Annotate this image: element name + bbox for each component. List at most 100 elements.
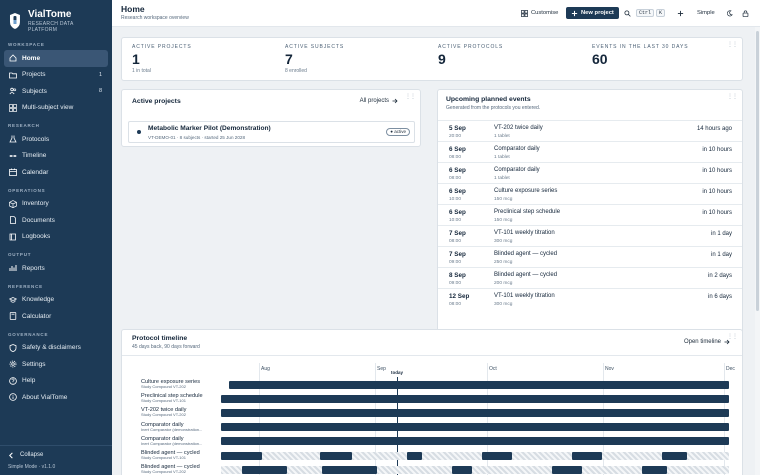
event-dose: 150 mcg (494, 197, 513, 202)
event-row[interactable]: 7 Sep 09:00 Blinded agent — cycled 250 m… (438, 246, 742, 267)
sidebar-item-protocols[interactable]: Protocols (4, 131, 108, 148)
drag-handle-icon[interactable]: ⋮⋮ (727, 42, 738, 48)
timeline-bar-off[interactable] (262, 451, 320, 460)
timeline-bar-off[interactable] (472, 465, 552, 474)
sidebar-item-logbooks[interactable]: Logbooks (4, 229, 108, 246)
timeline-bar[interactable] (229, 380, 729, 389)
new-project-button[interactable]: New project (566, 7, 619, 19)
lock-button[interactable] (742, 7, 752, 19)
add-button[interactable] (677, 7, 687, 19)
collapse-button[interactable]: Collapse (0, 446, 112, 464)
event-row[interactable]: 7 Sep 08:00 VT-101 weekly titration 300 … (438, 225, 742, 246)
timeline-bar-off[interactable] (352, 451, 407, 460)
timeline-bar-on[interactable] (320, 451, 352, 460)
sidebar-item-help[interactable]: Help (4, 373, 108, 390)
stat-value: 7 (285, 51, 293, 67)
drag-handle-icon[interactable]: ⋮⋮ (727, 94, 738, 100)
event-relative-time: in 1 day (710, 231, 732, 237)
event-time: 10:00 (449, 218, 462, 223)
timeline-bar-on[interactable] (572, 451, 602, 460)
sidebar-item-home[interactable]: Home (4, 50, 108, 67)
sidebar-item-calendar[interactable]: Calendar (4, 164, 108, 181)
project-item[interactable]: Metabolic Marker Pilot (Demonstration) V… (128, 121, 415, 143)
sidebar-item-calculator[interactable]: Calculator (4, 308, 108, 325)
timeline-bar-on[interactable] (452, 465, 472, 474)
customise-button[interactable]: Customise (521, 7, 558, 19)
event-row[interactable]: 5 Sep 20:00 VT-202 twice daily 1 tablet … (438, 120, 742, 141)
timeline-row-label[interactable]: Preclinical step schedule Study Compound… (141, 393, 203, 404)
calculator-icon (9, 312, 17, 321)
brand[interactable]: VialTome RESEARCH DATA PLATFORM (0, 0, 112, 34)
timeline-row-label[interactable]: VT-202 twice daily Study Compound VT-202 (141, 407, 186, 418)
projects-title: Active projects (132, 98, 181, 105)
sidebar-item-reports[interactable]: Reports (4, 260, 108, 277)
sidebar-item-inventory[interactable]: Inventory (4, 196, 108, 213)
drag-handle-icon[interactable]: ⋮⋮ (727, 334, 738, 340)
grid-icon (9, 103, 17, 112)
theme-toggle[interactable] (726, 7, 736, 19)
open-timeline-link[interactable]: Open timeline (684, 339, 730, 345)
sidebar-item-label: Timeline (22, 152, 47, 160)
arrow-right-icon (392, 98, 398, 104)
search-button[interactable]: Ctrl K (624, 7, 666, 19)
timeline-bar-on[interactable] (482, 451, 512, 460)
timeline-bar-off[interactable] (287, 465, 322, 474)
sidebar-item-safety-disclaimers[interactable]: Safety & disclaimers (4, 340, 108, 357)
event-row[interactable]: 6 Sep 08:00 Comparator daily 1 tablet in… (438, 141, 742, 162)
sidebar-item-about-vialtome[interactable]: About VialTome (4, 389, 108, 406)
timeline-bar[interactable] (221, 394, 729, 403)
timeline-row-label[interactable]: Culture exposure series Study Compound V… (141, 379, 200, 390)
event-row[interactable]: 6 Sep 08:00 Comparator daily 1 tablet in… (438, 162, 742, 183)
timeline-row-label[interactable]: Comparator daily Inert Comparator (demon… (141, 436, 202, 447)
timeline-row-label[interactable]: Blinded agent — cycled Study Compound VT… (141, 464, 200, 475)
timeline-bar-on[interactable] (242, 465, 287, 474)
sidebar-item-timeline[interactable]: Timeline (4, 148, 108, 165)
sidebar-item-documents[interactable]: Documents (4, 212, 108, 229)
stat-sub: 1 in total (132, 68, 151, 74)
timeline-bar-on[interactable] (642, 465, 667, 474)
event-row[interactable]: 8 Sep 09:00 Blinded agent — cycled 200 m… (438, 267, 742, 288)
timeline-bar-on[interactable] (322, 465, 377, 474)
timeline-bar-off[interactable] (221, 465, 242, 474)
timeline-bar-on[interactable] (552, 465, 582, 474)
timeline-bar-off[interactable] (422, 451, 482, 460)
sidebar-item-label: Projects (22, 71, 46, 79)
sidebar-item-multi-subject-view[interactable]: Multi-subject view (4, 100, 108, 117)
event-row[interactable]: 6 Sep 10:00 Preclinical step schedule 15… (438, 204, 742, 225)
event-date: 6 Sep (449, 146, 466, 153)
timeline-bar-off[interactable] (582, 465, 642, 474)
timeline-bar-off[interactable] (667, 465, 729, 474)
timeline-row-label[interactable]: Comparator daily Inert Comparator (demon… (141, 422, 202, 433)
page-title: Home (121, 4, 145, 14)
main-scrollbar[interactable] (755, 27, 760, 475)
event-relative-time: in 1 day (710, 252, 732, 258)
event-dose: 300 mcg (494, 239, 513, 244)
timeline-bar[interactable] (221, 408, 729, 417)
event-time: 20:00 (449, 134, 462, 139)
drag-handle-icon[interactable]: ⋮⋮ (405, 94, 416, 100)
event-row[interactable]: 6 Sep 10:00 Culture exposure series 150 … (438, 183, 742, 204)
scrollbar-thumb[interactable] (756, 31, 759, 311)
timeline-bar-off[interactable] (687, 451, 729, 460)
event-date: 7 Sep (449, 230, 466, 237)
timeline-bar-off[interactable] (377, 465, 452, 474)
mode-toggle[interactable]: Simple (697, 7, 715, 19)
sidebar-item-knowledge[interactable]: Knowledge (4, 292, 108, 309)
timeline-bar-off[interactable] (602, 451, 662, 460)
sidebar-item-projects[interactable]: Projects 1 (4, 67, 108, 84)
kbd-k: K (656, 9, 666, 17)
sidebar-item-subjects[interactable]: Subjects 8 (4, 83, 108, 100)
all-projects-link[interactable]: All projects (360, 98, 398, 104)
timeline-bar-on[interactable] (662, 451, 687, 460)
event-date: 7 Sep (449, 251, 466, 258)
timeline-bar-on[interactable] (407, 451, 422, 460)
timeline-bar[interactable] (221, 423, 729, 432)
timeline-compound-name: Study Compound VT-101 (141, 455, 186, 460)
timeline-bar-off[interactable] (512, 451, 572, 460)
nav-section-title: WORKSPACE (8, 42, 45, 47)
timeline-bar[interactable] (221, 437, 729, 446)
timeline-row-label[interactable]: Blinded agent — cycled Study Compound VT… (141, 450, 200, 461)
timeline-bar-on[interactable] (221, 451, 262, 460)
sidebar-item-settings[interactable]: Settings (4, 356, 108, 373)
event-row[interactable]: 12 Sep 08:00 VT-101 weekly titration 300… (438, 288, 742, 309)
